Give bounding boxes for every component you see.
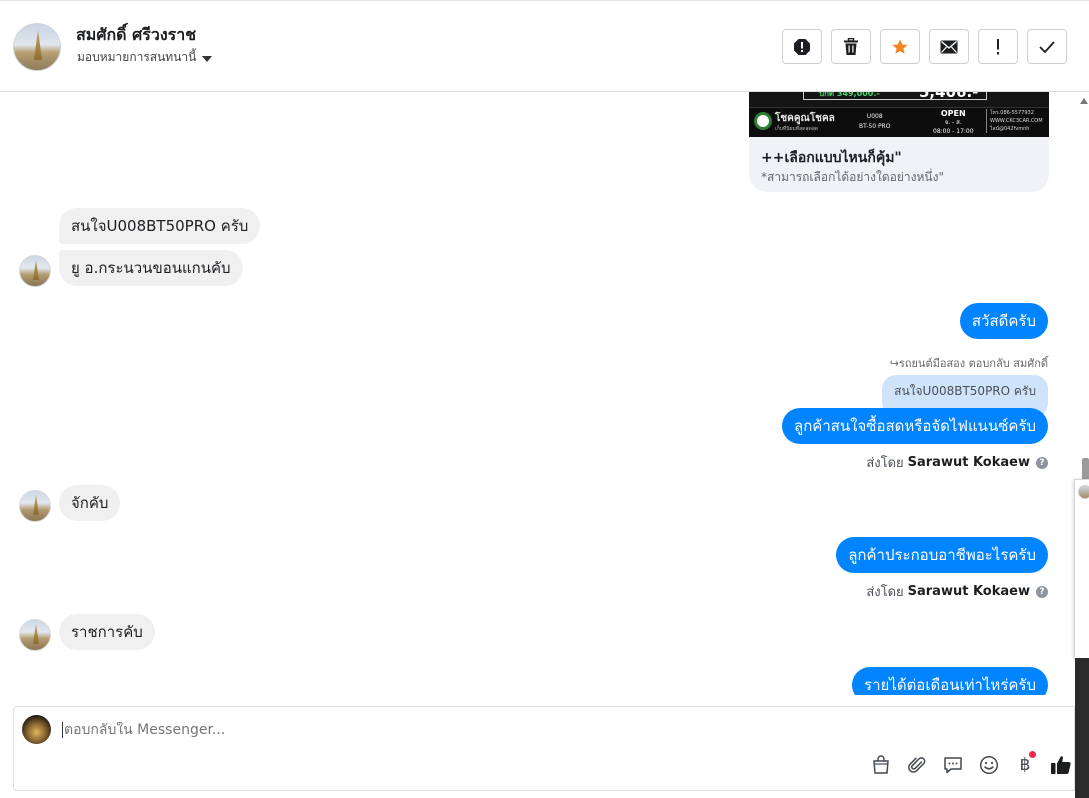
sent-by-prefix: ส่งโดย xyxy=(866,456,904,471)
sent-by-label: ส่งโดย Sarawut Kokaew ? xyxy=(866,452,1048,473)
open-hours: 08:00 - 17:00 xyxy=(933,128,974,135)
price-new: 5,406.- xyxy=(919,92,979,101)
mark-spam-button[interactable] xyxy=(782,29,822,64)
star-icon xyxy=(892,39,908,54)
delete-button[interactable] xyxy=(831,29,871,64)
outgoing-message[interactable]: ลูกค้าสนใจซื้อสดหรือจัดไฟแนนซ์ครับ xyxy=(782,408,1048,444)
open-label: OPEN xyxy=(940,109,966,118)
saved-reply-icon xyxy=(944,757,962,774)
incoming-message[interactable]: จักคับ xyxy=(59,485,121,521)
scrollbar-thumb[interactable] xyxy=(1082,458,1089,480)
emoji-icon xyxy=(979,755,999,775)
incoming-message[interactable]: ยู อ.กระนวนขอนแกนคับ xyxy=(59,250,243,286)
spam-icon xyxy=(794,38,810,55)
dealer-contact: โทร.086-5577932 WWW.CKC3CAR.COM ไลน์@042… xyxy=(986,109,1043,133)
contact-avatar[interactable] xyxy=(13,23,61,71)
ad-card-title: ++เลือกแบบไหนก็คุ้ม" xyxy=(761,150,902,166)
side-panel-dark-edge xyxy=(1075,658,1089,798)
contact-name[interactable]: สมศักดิ์ ศรีวงราช xyxy=(76,23,196,48)
incoming-message[interactable]: ราชการคับ xyxy=(59,614,155,650)
sender-avatar[interactable] xyxy=(19,619,51,651)
reply-input[interactable] xyxy=(62,722,962,738)
dealer-phone: โทร.086-5577932 xyxy=(990,110,1034,116)
page-avatar xyxy=(22,715,51,744)
message-thread[interactable]: ปกติ 349,000.- 5,406.- โชคคูณโชคล เก็บที… xyxy=(0,92,1075,695)
help-icon[interactable]: ? xyxy=(1036,456,1048,469)
reply-arrow-icon: ↪ xyxy=(889,357,899,370)
outgoing-message[interactable]: สวัสดีครับ xyxy=(959,303,1048,339)
exclamation-icon xyxy=(997,38,999,54)
send-like-button[interactable] xyxy=(1049,753,1073,777)
outgoing-message[interactable]: รายได้ต่อเดือนเท่าไหร่ครับ xyxy=(852,667,1048,695)
car-model-code: U008 xyxy=(866,113,883,120)
incoming-message[interactable]: สนใจU008BT50PRO ครับ xyxy=(59,208,261,244)
check-icon xyxy=(1039,40,1055,53)
car-model-name: BT-50 PRO xyxy=(859,123,891,130)
opening-hours: OPEN จ. - ส. 08:00 - 17:00 xyxy=(933,109,974,136)
sender-avatar[interactable] xyxy=(19,255,51,287)
attach-file-button[interactable] xyxy=(905,753,929,777)
help-icon[interactable]: ? xyxy=(1036,585,1048,598)
conversation-toolbar xyxy=(782,29,1067,64)
ad-card-subtitle: *สามารถเลือกได้อย่างใดอย่างหนึ่ง" xyxy=(761,170,944,184)
conversation-header: สมศักดิ์ ศรีวงราช มอบหมายการสนทนานี้ xyxy=(0,1,1089,92)
ad-card-image: ปกติ 349,000.- 5,406.- โชคคูณโชคล เก็บที… xyxy=(749,92,1049,137)
bag-icon xyxy=(873,755,889,774)
dealer-logo-icon xyxy=(754,112,772,130)
notification-dot xyxy=(1029,751,1036,758)
composer-toolbar: ฿ xyxy=(869,751,1073,777)
sender-avatar[interactable] xyxy=(19,490,51,522)
ad-card-message[interactable]: ปกติ 349,000.- 5,406.- โชคคูณโชคล เก็บที… xyxy=(749,92,1049,192)
thumbs-up-icon xyxy=(1051,756,1071,774)
star-button[interactable] xyxy=(880,29,920,64)
chevron-down-icon xyxy=(202,55,213,62)
emoji-button[interactable] xyxy=(977,753,1001,777)
assign-conversation-label: มอบหมายการสนทนานี้ xyxy=(77,50,197,64)
baht-icon: ฿ xyxy=(1019,755,1031,775)
mark-unread-button[interactable] xyxy=(929,29,969,64)
reply-context-note: ↪รถยนต์มือสอง ตอบกลับ สมศักดิ์ xyxy=(890,354,1048,372)
assign-conversation-dropdown[interactable]: มอบหมายการสนทนานี้ xyxy=(77,48,213,67)
reply-context-label: รถยนต์มือสอง ตอบกลับ สมศักดิ์ xyxy=(898,357,1048,370)
sent-by-name: Sarawut Kokaew xyxy=(907,584,1030,599)
side-panel-avatar[interactable] xyxy=(1078,485,1089,499)
trash-icon xyxy=(844,37,858,55)
sent-by-label: ส่งโดย Sarawut Kokaew ? xyxy=(866,581,1048,602)
sent-by-name: Sarawut Kokaew xyxy=(907,455,1030,470)
side-panel-edge[interactable] xyxy=(1074,479,1089,659)
open-days: จ. - ส. xyxy=(944,119,962,126)
saved-replies-button[interactable] xyxy=(941,753,965,777)
messenger-inbox-window: สมศักดิ์ ศรีวงราช มอบหมายการสนทนานี้ ปกต… xyxy=(0,0,1089,798)
shop-button[interactable] xyxy=(869,753,893,777)
mark-done-button[interactable] xyxy=(1027,29,1067,64)
price-old: ปกติ 349,000.- xyxy=(819,92,880,98)
payment-button[interactable]: ฿ xyxy=(1013,751,1037,777)
scroll-up-icon[interactable] xyxy=(1080,98,1088,104)
dealer-brand: โชคคูณโชคล xyxy=(775,113,835,124)
dealer-tagline: เก็บที่นิยมที่สุดสุดสุด xyxy=(775,126,819,132)
follow-up-button[interactable] xyxy=(978,29,1018,64)
dealer-website: WWW.CKC3CAR.COM xyxy=(990,118,1043,124)
dealer-line-id: ไลน์@042fvmnh xyxy=(990,126,1030,132)
outgoing-message[interactable]: ลูกค้าประกอบอาชีพอะไรครับ xyxy=(836,537,1048,573)
message-composer: ฿ xyxy=(13,706,1075,791)
paperclip-icon xyxy=(908,757,926,773)
mail-icon xyxy=(940,40,958,53)
sent-by-prefix: ส่งโดย xyxy=(866,585,904,600)
car-model: U008 BT-50 PRO xyxy=(859,112,890,132)
